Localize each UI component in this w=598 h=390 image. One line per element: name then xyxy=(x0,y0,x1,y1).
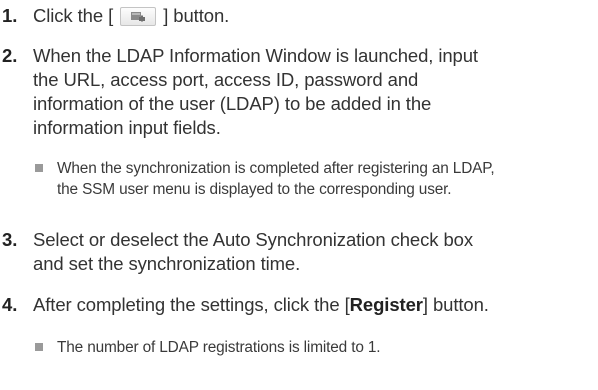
step-text: Select or deselect the Auto Synchronizat… xyxy=(33,228,598,276)
step-text: Click the [ ] button. xyxy=(33,4,598,28)
step-text-before: Click the [ xyxy=(33,5,114,26)
step-number: 3. xyxy=(2,229,18,250)
step-line: When the LDAP Information Window is laun… xyxy=(33,45,478,66)
note-text: The number of LDAP registrations is limi… xyxy=(57,337,598,358)
step-number: 2. xyxy=(2,45,18,66)
step-text: When the LDAP Information Window is laun… xyxy=(33,44,598,140)
step-line: information input fields. xyxy=(33,117,221,138)
note-line: When the synchronization is completed af… xyxy=(57,160,495,177)
manual-page: 1. Click the [ ] button. 2. When the LDA… xyxy=(0,0,598,390)
step-text-before: After completing the settings, click the… xyxy=(33,294,350,315)
square-bullet-icon xyxy=(35,164,43,172)
register-label: Register xyxy=(349,294,423,315)
note-text: When the synchronization is completed af… xyxy=(57,158,598,200)
step-line: the URL, access port, access ID, passwor… xyxy=(33,69,419,90)
step-line: and set the synchronization time. xyxy=(33,253,301,274)
note-line: The number of LDAP registrations is limi… xyxy=(57,339,381,356)
step-number: 4. xyxy=(2,294,18,315)
add-ldap-icon xyxy=(131,12,146,22)
note-line: the SSM user menu is displayed to the co… xyxy=(57,181,452,198)
step-line: Select or deselect the Auto Synchronizat… xyxy=(33,229,473,250)
step-text: After completing the settings, click the… xyxy=(33,293,598,317)
step-number: 1. xyxy=(2,5,18,26)
step-text-after: ] button. xyxy=(163,5,230,26)
square-bullet-icon xyxy=(35,343,43,351)
step-text-after: ] button. xyxy=(422,294,489,315)
add-ldap-button xyxy=(120,7,157,26)
step-line: information of the user (LDAP) to be add… xyxy=(33,93,432,114)
